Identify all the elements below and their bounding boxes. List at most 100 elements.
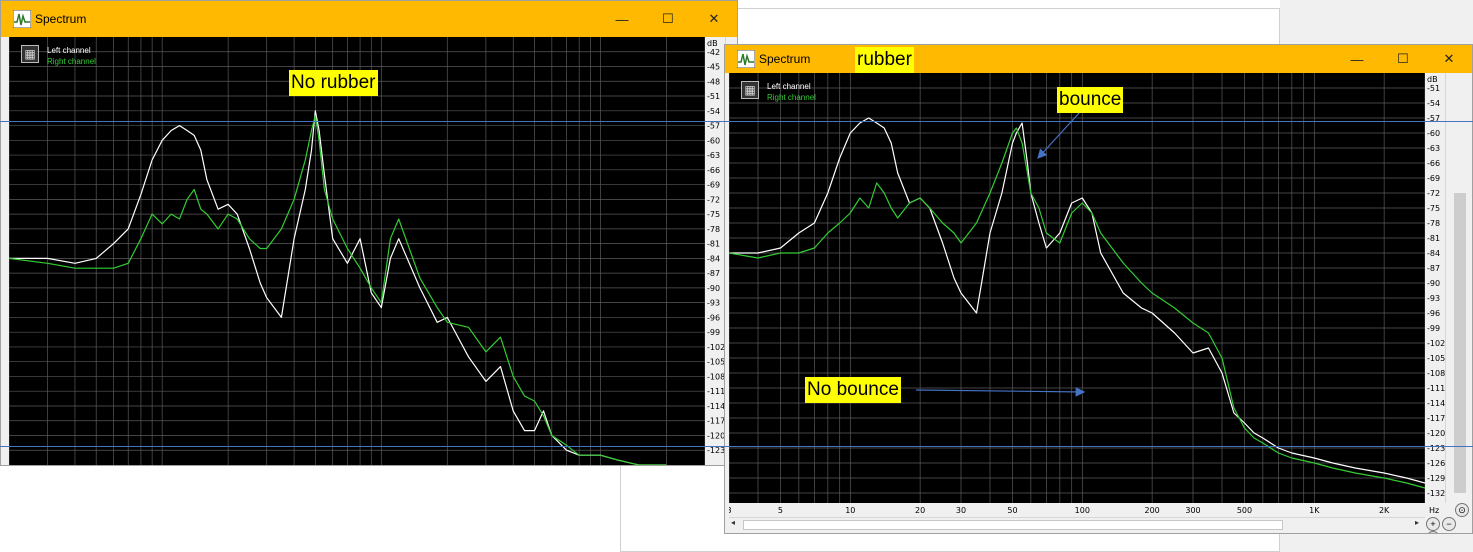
spectrum-window-rubber[interactable]: Spectrum — ☐ ✕ ▦ Left channel Right chan… [724,44,1473,534]
x-tick-label: 50 [1007,506,1017,515]
y-tick-label: -132 [1427,489,1445,498]
close-button[interactable]: ✕ [691,1,737,37]
y-tick-label: -87 [1427,264,1440,273]
y-tick-label: -84 [707,254,720,263]
zoom-in-button[interactable]: + [1426,517,1440,531]
db-axis: dB -42 -45 -48 -51 -54 -57 -60 -63 -66 -69 -72 -75 -7… [705,37,725,465]
y-tick-label: -99 [707,328,720,337]
spectrum-plot[interactable]: ▦ Left channel Right channel [729,73,1425,503]
maximize-button[interactable]: ☐ [645,1,691,37]
y-tick-label: -75 [707,210,720,219]
y-tick-label: -72 [1427,189,1440,198]
window-title: Spectrum [759,52,811,66]
y-tick-label: -105 [707,358,725,367]
annotation-bounce: bounce [1057,87,1124,113]
channel-legend: ▦ Left channel Right channel [21,45,96,67]
y-tick-label: -48 [707,77,720,86]
y-tick-label: -111 [707,387,725,396]
scrollbar-thumb[interactable] [1454,193,1466,493]
horizontal-scrollbar[interactable]: ◂ ▸ [729,517,1425,531]
x-tick-label: 200 [1145,506,1160,515]
x-tick-label: 300 [1185,506,1200,515]
y-tick-label: -93 [707,299,720,308]
spectrum-plot[interactable]: ▦ Left channel Right channel [9,37,705,465]
zoom-reset-button[interactable]: ⊙ [1426,531,1440,533]
y-tick-label: -63 [1427,144,1440,153]
y-tick-label: -117 [1427,414,1445,423]
grid-toggle-icon[interactable]: ▦ [741,81,759,99]
x-tick-label: 3 [729,506,732,515]
grid-toggle-icon[interactable]: ▦ [21,45,39,63]
spectrum-app-icon [737,50,755,68]
y-tick-label: -63 [707,151,720,160]
x-tick-label: 100 [1075,506,1090,515]
y-tick-label: -69 [707,181,720,190]
horizontal-scrollbar-thumb[interactable] [743,520,1283,530]
legend-right-channel: Right channel [47,57,96,66]
x-tick-label: 1K [1309,506,1320,515]
y-tick-label: -114 [1427,399,1445,408]
y-tick-label: -87 [707,269,720,278]
y-tick-label: -75 [1427,204,1440,213]
spectrum-app-icon [13,10,31,28]
series-line-right-channel [9,115,667,465]
x-tick-label: 20 [915,506,925,515]
y-tick-label: -123 [707,446,725,455]
legend-right-channel: Right channel [767,93,816,102]
x-tick-label: 500 [1237,506,1252,515]
legend-left-channel: Left channel [47,46,91,55]
y-tick-label: -45 [707,63,720,72]
zoom-out-button[interactable]: − [1442,517,1456,531]
legend-left-channel: Left channel [767,82,811,91]
zoom-fit-button[interactable]: ⊙ [1455,503,1469,517]
y-tick-label: -102 [707,343,725,352]
minimize-button[interactable]: — [1334,45,1380,73]
y-tick-label: -129 [1427,474,1445,483]
spectrum-chart [729,73,1425,503]
guide-line-lower [0,446,1473,447]
y-tick-label: -90 [1427,279,1440,288]
title-bar[interactable]: Spectrum — ☐ ✕ [1,1,737,37]
y-tick-label: -93 [1427,294,1440,303]
guide-line-upper [0,121,1473,122]
annotation-rubber: rubber [855,47,914,73]
vertical-scrollbar[interactable] [1445,73,1472,503]
y-unit-label: dB [1427,75,1438,84]
y-tick-label: -120 [1427,429,1445,438]
x-tick-label: 30 [956,506,966,515]
y-tick-label: -51 [1427,84,1440,93]
scroll-left-arrow[interactable]: ◂ [731,518,735,527]
y-tick-label: -120 [707,431,725,440]
screenshot-stage: Spectrum — ☐ ✕ ▦ Left channel Right chan… [0,0,1473,552]
y-tick-label: -42 [707,48,720,57]
y-tick-label: -60 [707,136,720,145]
maximize-button[interactable]: ☐ [1380,45,1426,73]
scroll-right-arrow[interactable]: ▸ [1415,518,1419,527]
y-tick-label: -72 [707,195,720,204]
y-tick-label: -99 [1427,324,1440,333]
y-tick-label: -117 [707,417,725,426]
x-tick-label: 10 [845,506,855,515]
title-bar[interactable]: Spectrum — ☐ ✕ [725,45,1472,73]
y-tick-label: -108 [1427,369,1445,378]
y-tick-label: -81 [707,240,720,249]
y-tick-label: -69 [1427,174,1440,183]
x-tick-label: 5 [778,506,783,515]
y-tick-label: -90 [707,284,720,293]
y-tick-label: -66 [707,166,720,175]
y-tick-label: -54 [707,107,720,116]
y-tick-label: -60 [1427,129,1440,138]
y-tick-label: -57 [707,122,720,131]
series-line-left-channel [729,117,1425,484]
y-tick-label: -96 [707,313,720,322]
y-tick-label: -111 [1427,384,1445,393]
spectrum-chart [9,37,705,465]
annotation-no-bounce: No bounce [805,377,901,403]
db-axis: dB -51 -54 -57 -60 -63 -66 -69 -72 -75 -78 -81 -84 -8… [1425,73,1445,503]
close-button[interactable]: ✕ [1426,45,1472,73]
minimize-button[interactable]: — [599,1,645,37]
y-tick-label: -78 [707,225,720,234]
y-tick-label: -66 [1427,159,1440,168]
x-tick-label: 2K [1379,506,1390,515]
zoom-controls: ⊙ + − ⊙ [1425,503,1471,533]
